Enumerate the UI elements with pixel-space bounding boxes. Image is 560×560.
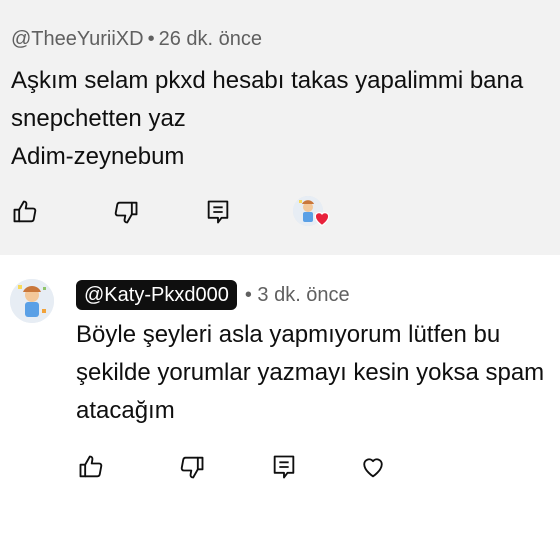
reply-comment-meta: @Katy-Pkxd000 • 3 dk. önce <box>76 279 350 311</box>
parent-comment-body: Aşkım selam pkxd hesabı takas yapalimmi … <box>11 62 560 176</box>
reply-dislike-button[interactable] <box>177 452 207 482</box>
meta-separator: • <box>147 28 155 50</box>
reply-comment-line: şekilde yorumlar yazmayı kesin yoksa spa… <box>76 359 545 386</box>
reply-author-handle[interactable]: @Katy-Pkxd000 <box>76 280 237 310</box>
parent-comment-line: snepchetten yaz <box>11 105 186 132</box>
reply-author-avatar-image <box>10 279 54 323</box>
parent-comment-meta: @TheeYuriiXD • 26 dk. önce <box>11 28 262 51</box>
heart-icon <box>314 211 330 227</box>
reply-reply-button[interactable] <box>269 452 299 482</box>
like-icon <box>13 200 37 223</box>
reply-like-button[interactable] <box>76 452 106 482</box>
reply-button[interactable] <box>203 197 233 227</box>
reply-icon <box>273 455 295 479</box>
heart-outline-icon <box>363 458 383 478</box>
parent-comment-author[interactable]: @TheeYuriiXD <box>11 28 144 50</box>
dislike-icon <box>114 201 138 224</box>
parent-comment-time: 26 dk. önce <box>158 28 263 50</box>
parent-comment-line: Aşkım selam pkxd hesabı takas yapalimmi … <box>11 67 524 94</box>
dislike-button[interactable] <box>111 197 141 227</box>
reply-comment-line: atacağım <box>76 397 175 424</box>
reply-comment-line: Böyle şeyleri asla yapmıyorum lütfen bu <box>76 321 501 348</box>
reply-comment-time: • 3 dk. önce <box>244 283 350 306</box>
reply-comment-body: Böyle şeyleri asla yapmıyorum lütfen bu … <box>76 316 544 430</box>
like-button[interactable] <box>10 197 40 227</box>
like-icon <box>79 455 103 478</box>
heart-button[interactable] <box>358 452 388 482</box>
parent-comment: @TheeYuriiXD • 26 dk. önce Aşkım selam pkx… <box>0 0 560 255</box>
dislike-icon <box>180 456 204 479</box>
parent-comment-line: Adim-zeynebum <box>11 143 185 170</box>
reply-author-avatar[interactable] <box>10 279 54 323</box>
reply-icon <box>207 200 229 224</box>
